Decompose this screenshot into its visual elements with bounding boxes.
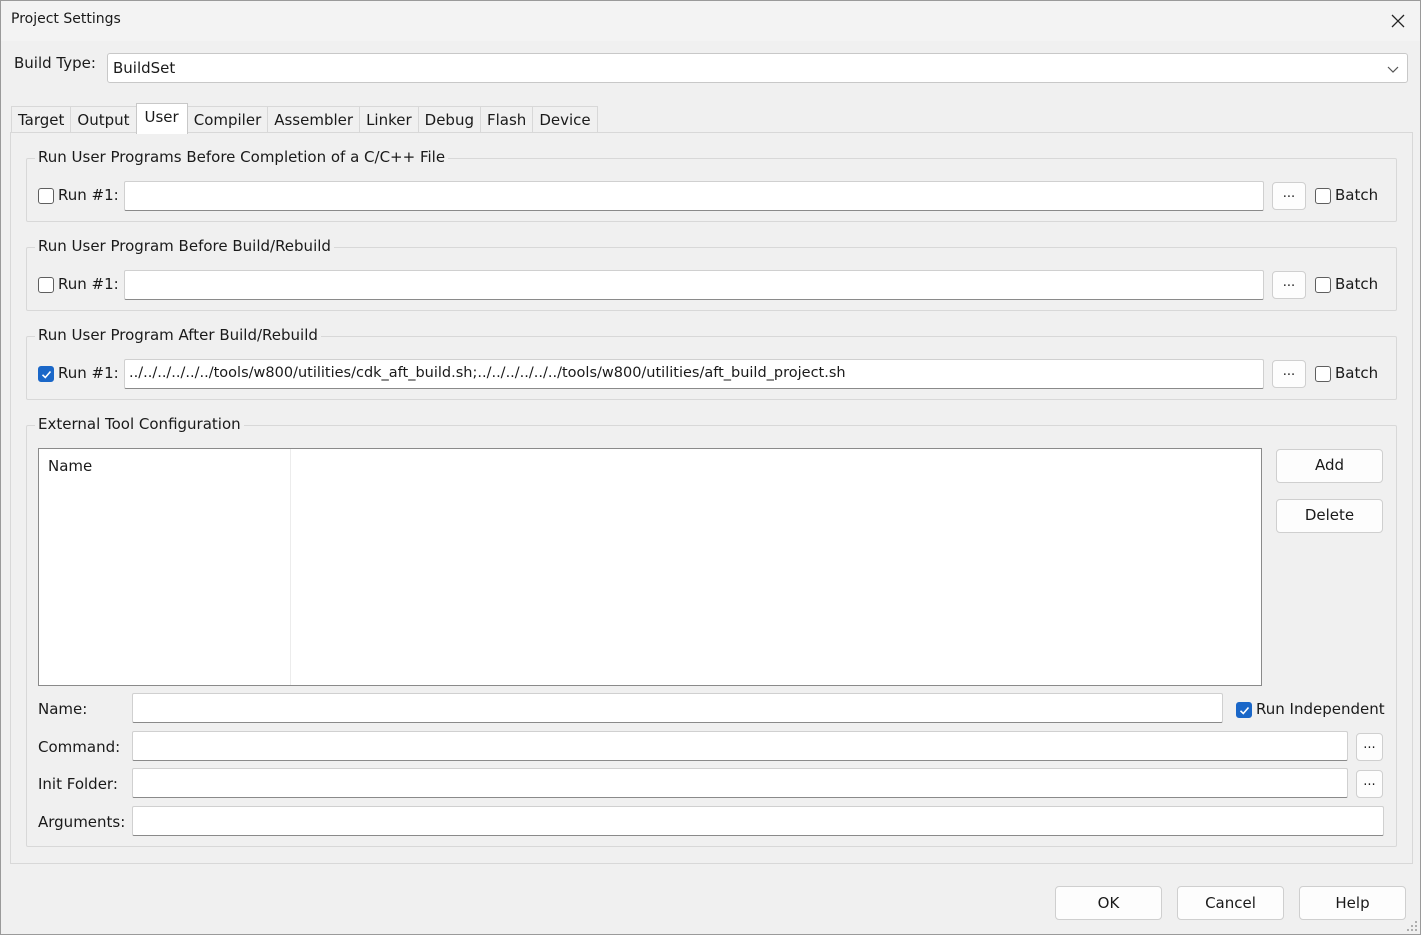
after-build-run-label: Run #1:: [58, 364, 119, 382]
window-title: Project Settings: [11, 11, 121, 27]
tool-name-label: Name:: [38, 700, 88, 718]
title-bar: Project Settings: [1, 1, 1420, 41]
after-build-run-checkbox[interactable]: [38, 366, 54, 382]
close-button[interactable]: [1384, 7, 1412, 35]
ok-button[interactable]: OK: [1055, 886, 1162, 920]
external-tools-list[interactable]: Name: [38, 448, 1262, 686]
tab-user[interactable]: User: [135, 103, 188, 134]
before-build-command-input[interactable]: [124, 270, 1264, 300]
before-compile-run-checkbox[interactable]: [38, 188, 54, 204]
before-compile-batch-checkbox[interactable]: [1315, 188, 1331, 204]
tab-device[interactable]: Device: [532, 106, 598, 134]
before-compile-command-input[interactable]: [124, 181, 1264, 211]
tab-debug[interactable]: Debug: [417, 106, 481, 134]
before-compile-browse-button[interactable]: ...: [1272, 182, 1306, 210]
build-type-value: BuildSet: [113, 59, 176, 77]
checkmark-icon: [1239, 706, 1250, 715]
tab-linker[interactable]: Linker: [359, 106, 419, 134]
after-build-command-value: ../../../../../../tools/w800/utilities/c…: [129, 365, 846, 381]
list-header-name: Name: [48, 457, 93, 475]
arguments-label: Arguments:: [38, 813, 126, 831]
tab-compiler[interactable]: Compiler: [186, 106, 269, 134]
init-folder-label: Init Folder:: [38, 775, 118, 793]
after-build-browse-button[interactable]: ...: [1272, 360, 1306, 388]
before-build-batch-checkbox[interactable]: [1315, 277, 1331, 293]
tab-flash[interactable]: Flash: [480, 106, 534, 134]
external-tools-title: External Tool Configuration: [35, 415, 244, 433]
tab-output[interactable]: Output: [70, 106, 137, 134]
column-divider: [290, 449, 291, 685]
tool-command-input[interactable]: [132, 731, 1348, 761]
delete-tool-button[interactable]: Delete: [1276, 499, 1383, 533]
tab-assembler[interactable]: Assembler: [267, 106, 361, 134]
before-compile-batch-label: Batch: [1335, 186, 1379, 204]
before-build-browse-button[interactable]: ...: [1272, 271, 1306, 299]
before-compile-title: Run User Programs Before Completion of a…: [35, 148, 449, 166]
init-folder-input[interactable]: [132, 768, 1348, 798]
tool-command-label: Command:: [38, 738, 121, 756]
add-tool-button[interactable]: Add: [1276, 449, 1383, 483]
before-compile-run-label: Run #1:: [58, 186, 119, 204]
tab-target[interactable]: Target: [11, 106, 72, 134]
before-build-batch-label: Batch: [1335, 275, 1379, 293]
after-build-batch-label: Batch: [1335, 364, 1379, 382]
after-build-command-input[interactable]: ../../../../../../tools/w800/utilities/c…: [124, 359, 1264, 389]
before-build-run-checkbox[interactable]: [38, 277, 54, 293]
init-folder-browse-button[interactable]: ...: [1356, 770, 1383, 798]
build-type-label: Build Type:: [14, 54, 96, 72]
tool-command-browse-button[interactable]: ...: [1356, 733, 1383, 761]
chevron-down-icon: [1387, 66, 1399, 73]
before-build-run-label: Run #1:: [58, 275, 119, 293]
run-independent-label: Run Independent: [1256, 700, 1385, 718]
cancel-button[interactable]: Cancel: [1177, 886, 1284, 920]
after-build-batch-checkbox[interactable]: [1315, 366, 1331, 382]
arguments-input[interactable]: [132, 806, 1384, 836]
settings-tabs: Target Output User Compiler Assembler Li…: [11, 103, 598, 134]
run-independent-checkbox[interactable]: [1236, 702, 1252, 718]
build-type-select[interactable]: BuildSet: [107, 53, 1408, 83]
close-icon: [1391, 14, 1405, 28]
help-button[interactable]: Help: [1299, 886, 1406, 920]
checkmark-icon: [41, 370, 52, 379]
tool-name-input[interactable]: [132, 693, 1223, 723]
resize-grip-icon[interactable]: [1406, 920, 1418, 932]
after-build-title: Run User Program After Build/Rebuild: [35, 326, 321, 344]
before-build-title: Run User Program Before Build/Rebuild: [35, 237, 334, 255]
project-settings-dialog: Project Settings Build Type: BuildSet Ta…: [0, 0, 1421, 935]
